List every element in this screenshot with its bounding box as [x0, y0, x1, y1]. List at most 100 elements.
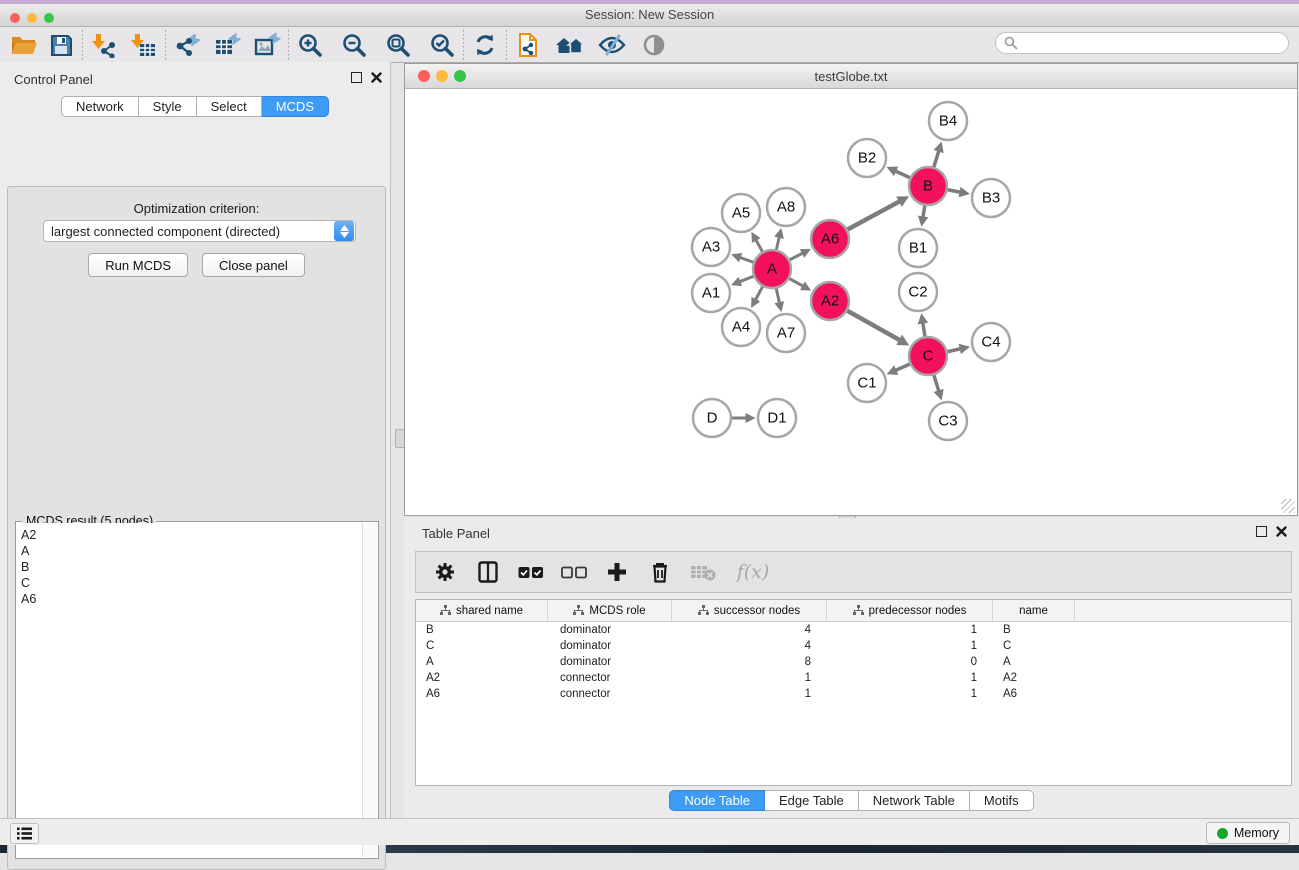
export-image-icon[interactable] [252, 31, 282, 59]
table-cell: 1 [827, 622, 993, 638]
edge-arrowhead [918, 216, 928, 227]
deselect-all-icon[interactable] [561, 559, 587, 585]
graph-node-label: D1 [767, 410, 786, 427]
resize-grip-icon[interactable] [1281, 499, 1295, 513]
mcds-panel: Optimization criterion: largest connecte… [7, 186, 386, 870]
tab-network-table[interactable]: Network Table [859, 790, 970, 811]
edge-arrowhead [746, 413, 756, 423]
edge-arrowhead [934, 142, 944, 154]
close-panel-button[interactable]: Close panel [202, 253, 305, 277]
duplicate-network-icon[interactable] [513, 31, 543, 59]
graph-node-label: A6 [821, 231, 839, 248]
tab-edge-table[interactable]: Edge Table [765, 790, 859, 811]
table-row[interactable]: A2connector11A2 [416, 670, 1291, 686]
edge-arrowhead [959, 187, 970, 197]
mcds-result-item[interactable]: B [21, 559, 363, 575]
table-panel-title: Table Panel [422, 526, 490, 541]
network-minimize-traffic-light[interactable] [436, 70, 448, 82]
search-input[interactable] [995, 32, 1289, 54]
network-close-traffic-light[interactable] [418, 70, 430, 82]
task-history-button[interactable] [10, 823, 39, 844]
import-network-icon[interactable] [89, 31, 119, 59]
graph-node-label: C2 [908, 284, 927, 301]
network-graph[interactable]: B4B2BB3A8A5A6A3B1AC2A1A2A4A7C4CC1DD1C3 [405, 89, 1297, 515]
network-zoom-traffic-light[interactable] [454, 70, 466, 82]
import-table-icon[interactable] [129, 31, 159, 59]
delete-table-icon [690, 559, 716, 585]
table-cell: B [993, 622, 1075, 638]
network-window-titlebar[interactable]: testGlobe.txt [405, 64, 1297, 89]
eye-slash-icon[interactable] [597, 31, 627, 59]
zoom-fit-icon[interactable] [383, 31, 413, 59]
tab-node-table[interactable]: Node Table [669, 790, 765, 811]
mcds-result-item[interactable]: A6 [21, 591, 363, 607]
close-table-panel-icon[interactable] [1276, 526, 1287, 537]
table-cell: 1 [827, 638, 993, 654]
gear-icon[interactable] [432, 559, 458, 585]
minimize-traffic-light[interactable] [27, 13, 37, 23]
graph-node-label: B3 [982, 190, 1000, 207]
network-canvas[interactable]: B4B2BB3A8A5A6A3B1AC2A1A2A4A7C4CC1DD1C3 [405, 89, 1297, 515]
mcds-result-item[interactable]: A [21, 543, 363, 559]
tab-select[interactable]: Select [197, 96, 262, 117]
tab-network[interactable]: Network [61, 96, 139, 117]
edge-arrowhead [934, 389, 944, 401]
graph-node-label: A7 [777, 325, 795, 342]
column-header-successor-nodes[interactable]: successor nodes [672, 600, 827, 621]
save-icon[interactable] [46, 31, 76, 59]
column-header-MCDS-role[interactable]: MCDS role [548, 600, 672, 621]
column-header-name[interactable]: name [993, 600, 1075, 621]
mcds-result-item[interactable]: C [21, 575, 363, 591]
float-panel-icon[interactable] [351, 72, 362, 83]
zoom-traffic-light[interactable] [44, 13, 54, 23]
close-traffic-light[interactable] [10, 13, 20, 23]
export-network-icon[interactable] [172, 31, 202, 59]
select-all-icon[interactable] [518, 559, 544, 585]
table-cell: A6 [416, 686, 548, 702]
table-toolbar: f(x) [415, 551, 1292, 593]
node-table[interactable]: shared nameMCDS rolesuccessor nodesprede… [415, 599, 1292, 786]
table-body: Bdominator41BCdominator41CAdominator80AA… [416, 622, 1291, 702]
graph-node-label: A1 [702, 285, 720, 302]
table-row[interactable]: Adominator80A [416, 654, 1291, 670]
criterion-dropdown[interactable]: largest connected component (directed) [43, 220, 356, 242]
graph-node-label: A4 [732, 319, 750, 336]
table-cell: 8 [672, 654, 827, 670]
zoom-selected-icon[interactable] [427, 31, 457, 59]
double-house-icon[interactable] [555, 31, 585, 59]
result-scrollbar[interactable] [362, 523, 377, 857]
column-header-predecessor-nodes[interactable]: predecessor nodes [827, 600, 993, 621]
network-window-title: testGlobe.txt [405, 64, 1297, 89]
tab-mcds[interactable]: MCDS [262, 96, 329, 117]
refresh-icon[interactable] [470, 31, 500, 59]
table-cell: A [416, 654, 548, 670]
columns-icon[interactable] [475, 559, 501, 585]
open-folder-icon[interactable] [8, 31, 38, 59]
run-mcds-button[interactable]: Run MCDS [88, 253, 188, 277]
table-row[interactable]: Cdominator41C [416, 638, 1291, 654]
float-table-panel-icon[interactable] [1256, 526, 1267, 537]
memory-button[interactable]: Memory [1206, 822, 1290, 844]
mcds-result-list[interactable]: A2ABCA6 [17, 523, 363, 857]
close-panel-icon[interactable] [371, 72, 382, 83]
export-table-icon[interactable] [212, 31, 242, 59]
edge-arrowhead [959, 344, 970, 354]
mcds-result-item[interactable]: A2 [21, 527, 363, 543]
zoom-in-icon[interactable] [295, 31, 325, 59]
toolbar-separator [463, 30, 464, 60]
zoom-out-icon[interactable] [339, 31, 369, 59]
table-cell: 4 [672, 638, 827, 654]
tab-motifs[interactable]: Motifs [970, 790, 1034, 811]
trash-icon[interactable] [647, 559, 673, 585]
graph-node-label: D [707, 410, 718, 427]
table-row[interactable]: A6connector11A6 [416, 686, 1291, 702]
column-header-shared-name[interactable]: shared name [416, 600, 548, 621]
control-panel: Control Panel NetworkStyleSelectMCDS Opt… [0, 62, 391, 818]
table-row[interactable]: Bdominator41B [416, 622, 1291, 638]
plus-icon[interactable] [604, 559, 630, 585]
tab-style[interactable]: Style [139, 96, 197, 117]
table-cell: dominator [548, 638, 672, 654]
graph-node-label: C1 [857, 375, 876, 392]
eye-icon[interactable] [639, 31, 669, 59]
table-cell: 1 [827, 686, 993, 702]
